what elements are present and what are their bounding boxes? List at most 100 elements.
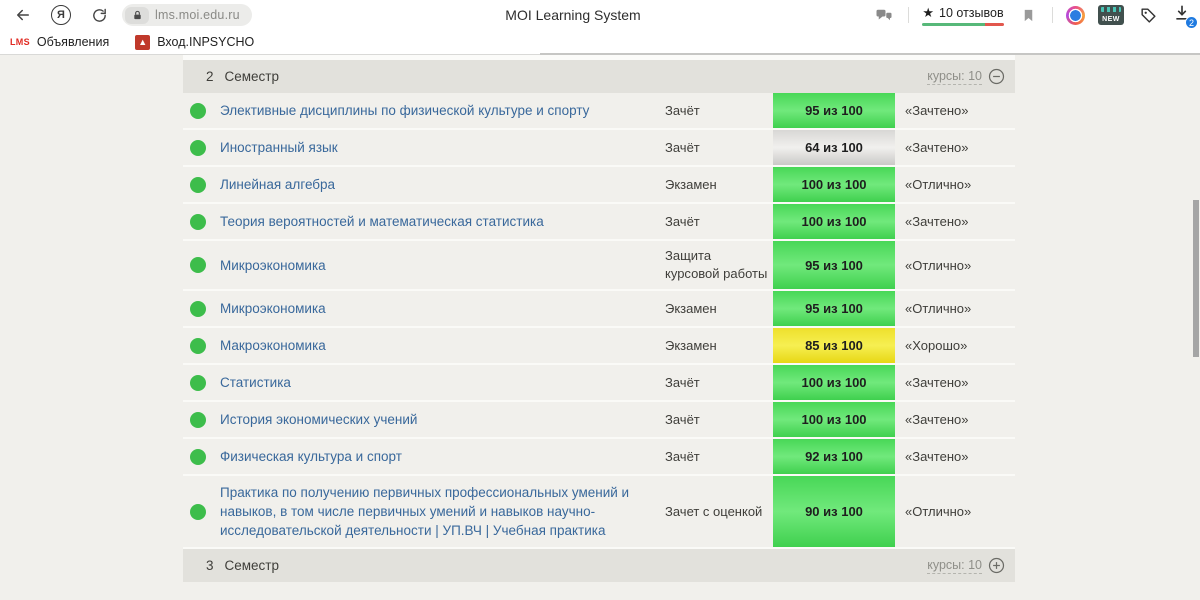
extension-tag-icon[interactable] [1137, 4, 1159, 26]
score-badge: 100 из 100 [773, 365, 895, 400]
course-row: Физическая культура и спорт Зачёт 92 из … [183, 439, 1015, 476]
status-dot-icon [190, 374, 206, 391]
assessment-type: Экзамен [665, 337, 717, 353]
assessment-type: Зачёт [665, 411, 700, 427]
assessment-type: Зачёт [665, 448, 700, 464]
score-badge: 92 из 100 [773, 439, 895, 474]
course-link[interactable]: Элективные дисциплины по физической куль… [220, 101, 589, 120]
course-row: Практика по получению первичных професси… [183, 476, 1015, 549]
extension-new-icon[interactable]: NEW [1098, 5, 1124, 25]
semester-number: 2 [206, 69, 214, 84]
course-row: Линейная алгебра Экзамен 100 из 100 «Отл… [183, 167, 1015, 204]
back-button[interactable] [12, 4, 34, 26]
status-cell [183, 93, 220, 128]
rating-bar [922, 22, 1004, 26]
course-link[interactable]: Макроэкономика [220, 336, 326, 355]
status-cell [183, 402, 220, 437]
course-link[interactable]: Линейная алгебра [220, 175, 335, 194]
score-badge: 100 из 100 [773, 402, 895, 437]
bookmark-icon[interactable] [1017, 4, 1039, 26]
assessment-type: Защита курсовой работы [665, 248, 768, 281]
assessment-type: Зачёт [665, 374, 700, 390]
status-cell [183, 476, 220, 547]
browser-toolbar: Я lms.moi.edu.ru MOI Learning System ★ 1… [0, 0, 1200, 30]
grade-text: «Отлично» [905, 177, 972, 192]
score-badge: 100 из 100 [773, 167, 895, 202]
star-icon: ★ [922, 4, 935, 20]
divider [908, 7, 909, 23]
status-dot-icon [190, 337, 206, 354]
status-cell [183, 204, 220, 239]
expand-icon[interactable] [988, 557, 1005, 574]
nav-controls: Я [12, 0, 110, 30]
course-link[interactable]: Физическая культура и спорт [220, 447, 402, 466]
status-cell [183, 328, 220, 363]
course-link[interactable]: Статистика [220, 373, 291, 392]
chat-icon[interactable] [873, 4, 895, 26]
status-dot-icon [190, 176, 206, 193]
course-link[interactable]: Микроэкономика [220, 256, 326, 275]
assessment-type: Экзамен [665, 176, 717, 192]
reviews-count: 10 отзывов [939, 5, 1004, 20]
grade-text: «Зачтено» [905, 140, 969, 155]
course-link[interactable]: Микроэкономика [220, 299, 326, 318]
courses-count-link[interactable]: курсы: 10 [927, 558, 982, 574]
course-row: Микроэкономика Защита курсовой работы 95… [183, 241, 1015, 291]
grade-text: «Зачтено» [905, 449, 969, 464]
inpsycho-favicon: ▲ [135, 34, 151, 50]
grade-text: «Отлично» [905, 257, 972, 273]
yandex-icon[interactable]: Я [51, 5, 71, 25]
grade-text: «Зачтено» [905, 375, 969, 390]
grades-table: 2 Семестр курсы: 10 Элективные дисциплин… [183, 55, 1015, 582]
grade-text: «Хорошо» [905, 338, 968, 353]
lock-icon[interactable] [125, 6, 149, 24]
status-dot-icon [190, 503, 206, 520]
address-bar[interactable]: lms.moi.edu.ru [122, 4, 252, 26]
lms-page: 2 Семестр курсы: 10 Элективные дисциплин… [0, 55, 1200, 600]
status-dot-icon [190, 448, 206, 465]
score-badge: 95 из 100 [773, 241, 895, 289]
course-link[interactable]: Иностранный язык [220, 138, 338, 157]
course-link[interactable]: История экономических учений [220, 410, 417, 429]
semester-number: 3 [206, 558, 214, 573]
refresh-button[interactable] [88, 4, 110, 26]
course-link[interactable]: Теория вероятностей и математическая ста… [220, 212, 544, 231]
grade-text: «Зачтено» [905, 214, 969, 229]
bookmark-item-announcements[interactable]: LMS Объявления [10, 35, 109, 49]
semester-3-header[interactable]: 3 Семестр курсы: 10 [183, 549, 1015, 582]
score-badge: 95 из 100 [773, 291, 895, 326]
courses-count-link[interactable]: курсы: 10 [927, 69, 982, 85]
toolbar-right: ★ 10 отзывов NEW 2 [873, 0, 1198, 30]
assessment-type: Зачёт [665, 102, 700, 118]
semester-label: Семестр [224, 69, 280, 84]
lms-favicon: LMS [10, 37, 30, 47]
status-dot-icon [190, 139, 206, 156]
course-link[interactable]: Практика по получению первичных професси… [220, 483, 647, 540]
semester-2-header[interactable]: 2 Семестр курсы: 10 [183, 60, 1015, 93]
extension-browser-icon[interactable] [1066, 5, 1085, 25]
vertical-scrollbar-thumb[interactable] [1193, 200, 1199, 357]
site-reviews-widget[interactable]: ★ 10 отзывов [922, 5, 1004, 26]
course-rows: Элективные дисциплины по физической куль… [183, 93, 1015, 549]
browser-window: Я lms.moi.edu.ru MOI Learning System ★ 1… [0, 0, 1200, 600]
new-badge: NEW [1102, 16, 1120, 23]
status-cell [183, 439, 220, 474]
course-row: Микроэкономика Экзамен 95 из 100 «Отличн… [183, 291, 1015, 328]
collapse-icon[interactable] [988, 68, 1005, 85]
score-badge: 64 из 100 [773, 130, 895, 165]
assessment-type: Экзамен [665, 300, 717, 316]
downloads-button[interactable]: 2 [1172, 3, 1198, 29]
bookmark-item-inpsycho[interactable]: ▲ Вход.INPSYCHO [135, 34, 254, 50]
course-row: Теория вероятностей и математическая ста… [183, 204, 1015, 241]
grade-text: «Зачтено» [905, 412, 969, 427]
grade-text: «Отлично» [905, 301, 972, 316]
bookmark-label: Объявления [36, 35, 110, 49]
course-row: Статистика Зачёт 100 из 100 «Зачтено» [183, 365, 1015, 402]
marquee-lights [1101, 7, 1121, 12]
grade-text: «Зачтено» [905, 103, 969, 118]
status-cell [183, 130, 220, 165]
status-cell [183, 241, 220, 289]
status-dot-icon [190, 213, 206, 230]
assessment-type: Зачёт [665, 213, 700, 229]
semester-label: Семестр [224, 558, 280, 573]
